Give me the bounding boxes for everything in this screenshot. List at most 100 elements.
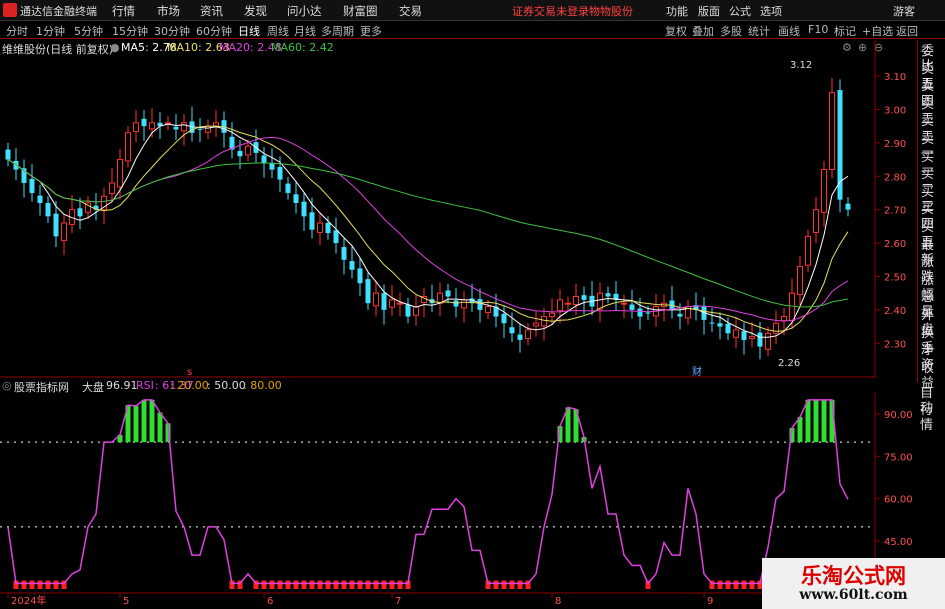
candle-body: [501, 313, 507, 324]
oversold-bar: [357, 580, 363, 589]
oversold-bar: [493, 580, 499, 589]
period-15min[interactable]: 15分钟: [112, 23, 148, 39]
watermark-logo: 乐淘公式网 www.60lt.com: [762, 558, 945, 609]
add-watchlist-button[interactable]: +自选: [862, 23, 893, 39]
dapan-value: 96.91: [106, 379, 138, 392]
candle-body: [397, 302, 403, 305]
candle-body: [301, 201, 307, 217]
period-weekly[interactable]: 周线: [267, 23, 289, 39]
quote-panel: 委比 卖五 卖四 卖三 卖二 卖一 买一 买二 买三 买四 买五 最新 涨跌 涨幅 总量 外盘 换手 净资 收益: [917, 40, 945, 391]
oversold-bar: [725, 580, 731, 589]
period-daily[interactable]: 日线: [238, 23, 260, 39]
oversold-bar: [333, 580, 339, 589]
candle-body: [485, 306, 491, 314]
candle-body: [13, 160, 19, 170]
low-price-label: 2.26: [778, 358, 800, 369]
indicator-menu-icon[interactable]: ◎: [2, 379, 12, 392]
oversold-bar: [389, 580, 395, 589]
candle-body: [309, 212, 315, 230]
candle-body: [349, 261, 355, 270]
oversold-bar: [309, 580, 315, 589]
candle-body: [573, 296, 579, 306]
period-more[interactable]: 更多: [360, 23, 382, 39]
period-60min[interactable]: 60分钟: [196, 23, 232, 39]
candle-body: [109, 182, 115, 195]
oversold-bar: [277, 580, 283, 589]
level-80: : 80.00: [243, 379, 282, 392]
oversold-bar: [301, 580, 307, 589]
f10-button[interactable]: F10: [808, 23, 828, 36]
candle-body: [813, 209, 819, 233]
candle-body: [629, 304, 635, 310]
oversold-bar: [509, 580, 515, 589]
menu-discover[interactable]: 发现: [244, 3, 267, 19]
oversold-bar: [325, 580, 331, 589]
candle-body: [525, 329, 531, 340]
candle-body: [285, 183, 291, 193]
marker-finance[interactable]: 财: [692, 365, 702, 378]
ma-line-ma10: [7, 125, 849, 332]
oversold-bar: [29, 580, 35, 589]
oversold-bar: [341, 580, 347, 589]
candle-body: [725, 323, 731, 334]
back-button[interactable]: 返回: [896, 23, 918, 39]
oversold-bar: [397, 580, 403, 589]
candle-body: [821, 169, 827, 213]
menu-news[interactable]: 资讯: [200, 3, 223, 19]
candle-body: [357, 268, 363, 284]
period-timeshare[interactable]: 分时: [6, 23, 28, 39]
candle-body: [773, 322, 779, 334]
candle-body: [213, 122, 219, 127]
app-title: 通达信金融终端: [20, 5, 97, 18]
adjust-button[interactable]: 复权: [665, 23, 687, 39]
menu-layout[interactable]: 版面: [698, 3, 720, 19]
candle-body: [77, 208, 83, 217]
menu-ask[interactable]: 问小达: [287, 3, 322, 19]
oversold-bar: [381, 580, 387, 589]
menu-formula[interactable]: 公式: [729, 3, 751, 19]
oversold-bar: [717, 580, 723, 589]
menu-wealth[interactable]: 财富圈: [343, 3, 378, 19]
price-chart[interactable]: 3.12 2.26 s 财 3.10 3.00 2.90 2.80 2.70 2.60 2.…: [0, 40, 916, 378]
price-tick-3: 2.80: [884, 172, 906, 183]
menu-market[interactable]: 市场: [157, 3, 180, 19]
multi-stock-button[interactable]: 多股: [720, 23, 742, 39]
period-monthly[interactable]: 月线: [294, 23, 316, 39]
guest-label[interactable]: 游客: [893, 3, 915, 19]
overlay-button[interactable]: 叠加: [692, 23, 714, 39]
price-tick-6: 2.50: [884, 272, 906, 283]
auto-row-1[interactable]: 行情: [920, 403, 945, 433]
menu-options[interactable]: 选项: [760, 3, 782, 19]
login-warning[interactable]: 证券交易未登录: [512, 3, 589, 19]
candle-body: [205, 125, 211, 133]
time-tick-0: 2024年: [11, 594, 46, 607]
price-tick-5: 2.60: [884, 239, 906, 250]
price-tick-4: 2.70: [884, 206, 906, 217]
candle-body: [557, 299, 563, 312]
oversold-bar: [261, 580, 267, 589]
stats-button[interactable]: 统计: [748, 23, 770, 39]
rsi-tick-2: 60.00: [884, 495, 913, 506]
ma-line-ma60: [7, 159, 849, 308]
oversold-bar: [373, 580, 379, 589]
candle-body: [549, 312, 555, 318]
menu-function[interactable]: 功能: [666, 3, 688, 19]
candle-body: [293, 194, 299, 203]
period-multi[interactable]: 多周期: [321, 23, 354, 39]
candle-body: [53, 213, 59, 237]
candle-body: [237, 150, 243, 157]
mark-button[interactable]: 标记: [834, 23, 856, 39]
oversold-bar: [53, 580, 59, 589]
candle-body: [181, 122, 187, 132]
period-30min[interactable]: 30分钟: [154, 23, 190, 39]
candle-body: [541, 316, 547, 327]
oversold-bar: [517, 580, 523, 589]
auto-quote-panel: 自动 行情: [917, 384, 945, 464]
period-5min[interactable]: 5分钟: [74, 23, 103, 39]
menu-quotes[interactable]: 行情: [112, 3, 135, 19]
menu-trade[interactable]: 交易: [399, 3, 422, 19]
period-1min[interactable]: 1分钟: [36, 23, 65, 39]
candle-body: [757, 332, 763, 347]
candle-body: [373, 292, 379, 307]
draw-line-button[interactable]: 画线: [778, 23, 800, 39]
